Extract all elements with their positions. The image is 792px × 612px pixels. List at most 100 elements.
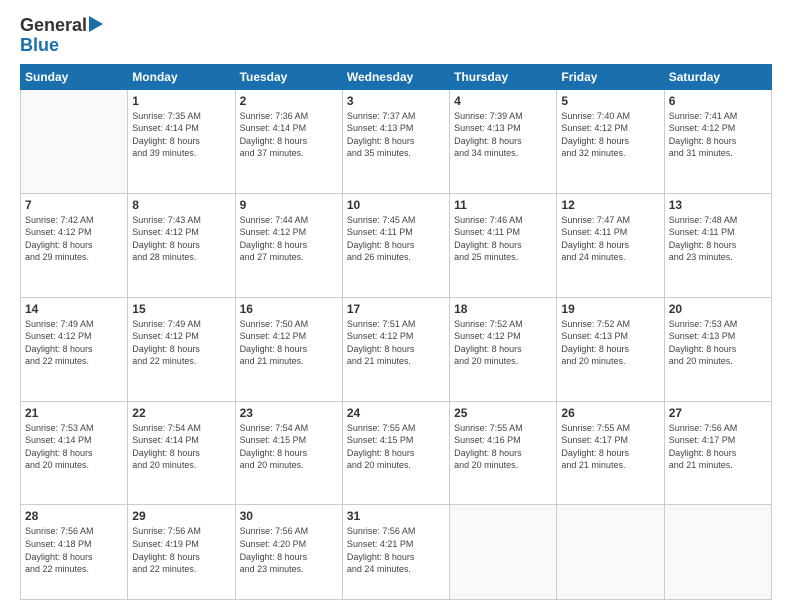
calendar-cell: 5 Sunrise: 7:40 AM Sunset: 4:12 PM Daylig… <box>557 89 664 193</box>
day-info: Sunrise: 7:49 AM Sunset: 4:12 PM Dayligh… <box>132 318 230 368</box>
weekday-header: Friday <box>557 64 664 89</box>
day-number: 7 <box>25 198 123 212</box>
day-number: 27 <box>669 406 767 420</box>
day-number: 5 <box>561 94 659 108</box>
day-info: Sunrise: 7:55 AM Sunset: 4:15 PM Dayligh… <box>347 422 445 472</box>
day-info: Sunrise: 7:35 AM Sunset: 4:14 PM Dayligh… <box>132 110 230 160</box>
day-info: Sunrise: 7:47 AM Sunset: 4:11 PM Dayligh… <box>561 214 659 264</box>
day-number: 20 <box>669 302 767 316</box>
calendar-cell: 25 Sunrise: 7:55 AM Sunset: 4:16 PM Dayli… <box>450 401 557 505</box>
calendar-cell: 24 Sunrise: 7:55 AM Sunset: 4:15 PM Dayli… <box>342 401 449 505</box>
day-info: Sunrise: 7:36 AM Sunset: 4:14 PM Dayligh… <box>240 110 338 160</box>
calendar-cell: 30Sunrise: 7:56 AM Sunset: 4:20 PM Dayli… <box>235 505 342 600</box>
day-info: Sunrise: 7:40 AM Sunset: 4:12 PM Dayligh… <box>561 110 659 160</box>
day-number: 24 <box>347 406 445 420</box>
day-number: 17 <box>347 302 445 316</box>
weekday-header: Wednesday <box>342 64 449 89</box>
logo-blue: Blue <box>20 36 59 56</box>
day-info: Sunrise: 7:52 AM Sunset: 4:12 PM Dayligh… <box>454 318 552 368</box>
calendar-cell <box>664 505 771 600</box>
calendar-cell <box>21 89 128 193</box>
day-info: Sunrise: 7:56 AM Sunset: 4:17 PM Dayligh… <box>669 422 767 472</box>
calendar-cell: 17 Sunrise: 7:51 AM Sunset: 4:12 PM Dayli… <box>342 297 449 401</box>
calendar-cell: 2Sunrise: 7:36 AM Sunset: 4:14 PM Daylig… <box>235 89 342 193</box>
day-info: Sunrise: 7:42 AM Sunset: 4:12 PM Dayligh… <box>25 214 123 264</box>
calendar-cell: 31 Sunrise: 7:56 AM Sunset: 4:21 PM Dayli… <box>342 505 449 600</box>
calendar-cell: 16 Sunrise: 7:50 AM Sunset: 4:12 PM Dayli… <box>235 297 342 401</box>
calendar-cell: 13 Sunrise: 7:48 AM Sunset: 4:11 PM Dayli… <box>664 193 771 297</box>
day-info: Sunrise: 7:48 AM Sunset: 4:11 PM Dayligh… <box>669 214 767 264</box>
day-number: 4 <box>454 94 552 108</box>
day-info: Sunrise: 7:53 AM Sunset: 4:14 PM Dayligh… <box>25 422 123 472</box>
calendar-cell: 12 Sunrise: 7:47 AM Sunset: 4:11 PM Dayli… <box>557 193 664 297</box>
day-number: 8 <box>132 198 230 212</box>
calendar-cell: 29 Sunrise: 7:56 AM Sunset: 4:19 PM Dayli… <box>128 505 235 600</box>
day-info: Sunrise: 7:43 AM Sunset: 4:12 PM Dayligh… <box>132 214 230 264</box>
calendar-cell: 15 Sunrise: 7:49 AM Sunset: 4:12 PM Dayli… <box>128 297 235 401</box>
calendar-cell: 10 Sunrise: 7:45 AM Sunset: 4:11 PM Dayli… <box>342 193 449 297</box>
logo: General Blue <box>20 16 103 56</box>
day-info: Sunrise: 7:56 AM Sunset: 4:21 PM Dayligh… <box>347 525 445 575</box>
calendar-cell: 20Sunrise: 7:53 AM Sunset: 4:13 PM Dayli… <box>664 297 771 401</box>
day-number: 10 <box>347 198 445 212</box>
day-number: 25 <box>454 406 552 420</box>
day-number: 21 <box>25 406 123 420</box>
day-info: Sunrise: 7:46 AM Sunset: 4:11 PM Dayligh… <box>454 214 552 264</box>
page: General Blue SundayMondayTuesdayWednesda… <box>0 0 792 612</box>
calendar-cell: 18 Sunrise: 7:52 AM Sunset: 4:12 PM Dayli… <box>450 297 557 401</box>
calendar-cell: 19Sunrise: 7:52 AM Sunset: 4:13 PM Dayli… <box>557 297 664 401</box>
calendar-cell: 7 Sunrise: 7:42 AM Sunset: 4:12 PM Daylig… <box>21 193 128 297</box>
day-number: 23 <box>240 406 338 420</box>
day-number: 29 <box>132 509 230 523</box>
calendar-week-row: 14Sunrise: 7:49 AM Sunset: 4:12 PM Dayli… <box>21 297 772 401</box>
calendar-cell <box>450 505 557 600</box>
calendar-header-row: SundayMondayTuesdayWednesdayThursdayFrid… <box>21 64 772 89</box>
day-info: Sunrise: 7:51 AM Sunset: 4:12 PM Dayligh… <box>347 318 445 368</box>
day-info: Sunrise: 7:39 AM Sunset: 4:13 PM Dayligh… <box>454 110 552 160</box>
weekday-header: Tuesday <box>235 64 342 89</box>
calendar-cell: 9Sunrise: 7:44 AM Sunset: 4:12 PM Daylig… <box>235 193 342 297</box>
day-info: Sunrise: 7:52 AM Sunset: 4:13 PM Dayligh… <box>561 318 659 368</box>
day-number: 28 <box>25 509 123 523</box>
day-info: Sunrise: 7:45 AM Sunset: 4:11 PM Dayligh… <box>347 214 445 264</box>
weekday-header: Saturday <box>664 64 771 89</box>
calendar: SundayMondayTuesdayWednesdayThursdayFrid… <box>20 64 772 600</box>
calendar-week-row: 28 Sunrise: 7:56 AM Sunset: 4:18 PM Dayli… <box>21 505 772 600</box>
day-number: 15 <box>132 302 230 316</box>
calendar-cell: 14Sunrise: 7:49 AM Sunset: 4:12 PM Dayli… <box>21 297 128 401</box>
calendar-cell: 11 Sunrise: 7:46 AM Sunset: 4:11 PM Dayli… <box>450 193 557 297</box>
day-number: 11 <box>454 198 552 212</box>
day-number: 1 <box>132 94 230 108</box>
day-info: Sunrise: 7:54 AM Sunset: 4:14 PM Dayligh… <box>132 422 230 472</box>
logo-arrow-icon <box>89 16 103 32</box>
day-number: 12 <box>561 198 659 212</box>
day-info: Sunrise: 7:49 AM Sunset: 4:12 PM Dayligh… <box>25 318 123 368</box>
day-info: Sunrise: 7:56 AM Sunset: 4:18 PM Dayligh… <box>25 525 123 575</box>
calendar-cell: 27 Sunrise: 7:56 AM Sunset: 4:17 PM Dayli… <box>664 401 771 505</box>
day-number: 13 <box>669 198 767 212</box>
day-info: Sunrise: 7:50 AM Sunset: 4:12 PM Dayligh… <box>240 318 338 368</box>
calendar-cell <box>557 505 664 600</box>
day-info: Sunrise: 7:55 AM Sunset: 4:16 PM Dayligh… <box>454 422 552 472</box>
day-info: Sunrise: 7:56 AM Sunset: 4:19 PM Dayligh… <box>132 525 230 575</box>
day-info: Sunrise: 7:55 AM Sunset: 4:17 PM Dayligh… <box>561 422 659 472</box>
weekday-header: Monday <box>128 64 235 89</box>
day-info: Sunrise: 7:56 AM Sunset: 4:20 PM Dayligh… <box>240 525 338 575</box>
calendar-cell: 28 Sunrise: 7:56 AM Sunset: 4:18 PM Dayli… <box>21 505 128 600</box>
calendar-cell: 21 Sunrise: 7:53 AM Sunset: 4:14 PM Dayli… <box>21 401 128 505</box>
day-info: Sunrise: 7:44 AM Sunset: 4:12 PM Dayligh… <box>240 214 338 264</box>
weekday-header: Thursday <box>450 64 557 89</box>
day-number: 31 <box>347 509 445 523</box>
day-info: Sunrise: 7:37 AM Sunset: 4:13 PM Dayligh… <box>347 110 445 160</box>
calendar-cell: 22Sunrise: 7:54 AM Sunset: 4:14 PM Dayli… <box>128 401 235 505</box>
weekday-header: Sunday <box>21 64 128 89</box>
calendar-cell: 1 Sunrise: 7:35 AM Sunset: 4:14 PM Daylig… <box>128 89 235 193</box>
day-number: 18 <box>454 302 552 316</box>
calendar-cell: 26Sunrise: 7:55 AM Sunset: 4:17 PM Dayli… <box>557 401 664 505</box>
day-info: Sunrise: 7:41 AM Sunset: 4:12 PM Dayligh… <box>669 110 767 160</box>
calendar-week-row: 21 Sunrise: 7:53 AM Sunset: 4:14 PM Dayli… <box>21 401 772 505</box>
header: General Blue <box>20 16 772 56</box>
day-number: 3 <box>347 94 445 108</box>
day-info: Sunrise: 7:54 AM Sunset: 4:15 PM Dayligh… <box>240 422 338 472</box>
day-number: 16 <box>240 302 338 316</box>
